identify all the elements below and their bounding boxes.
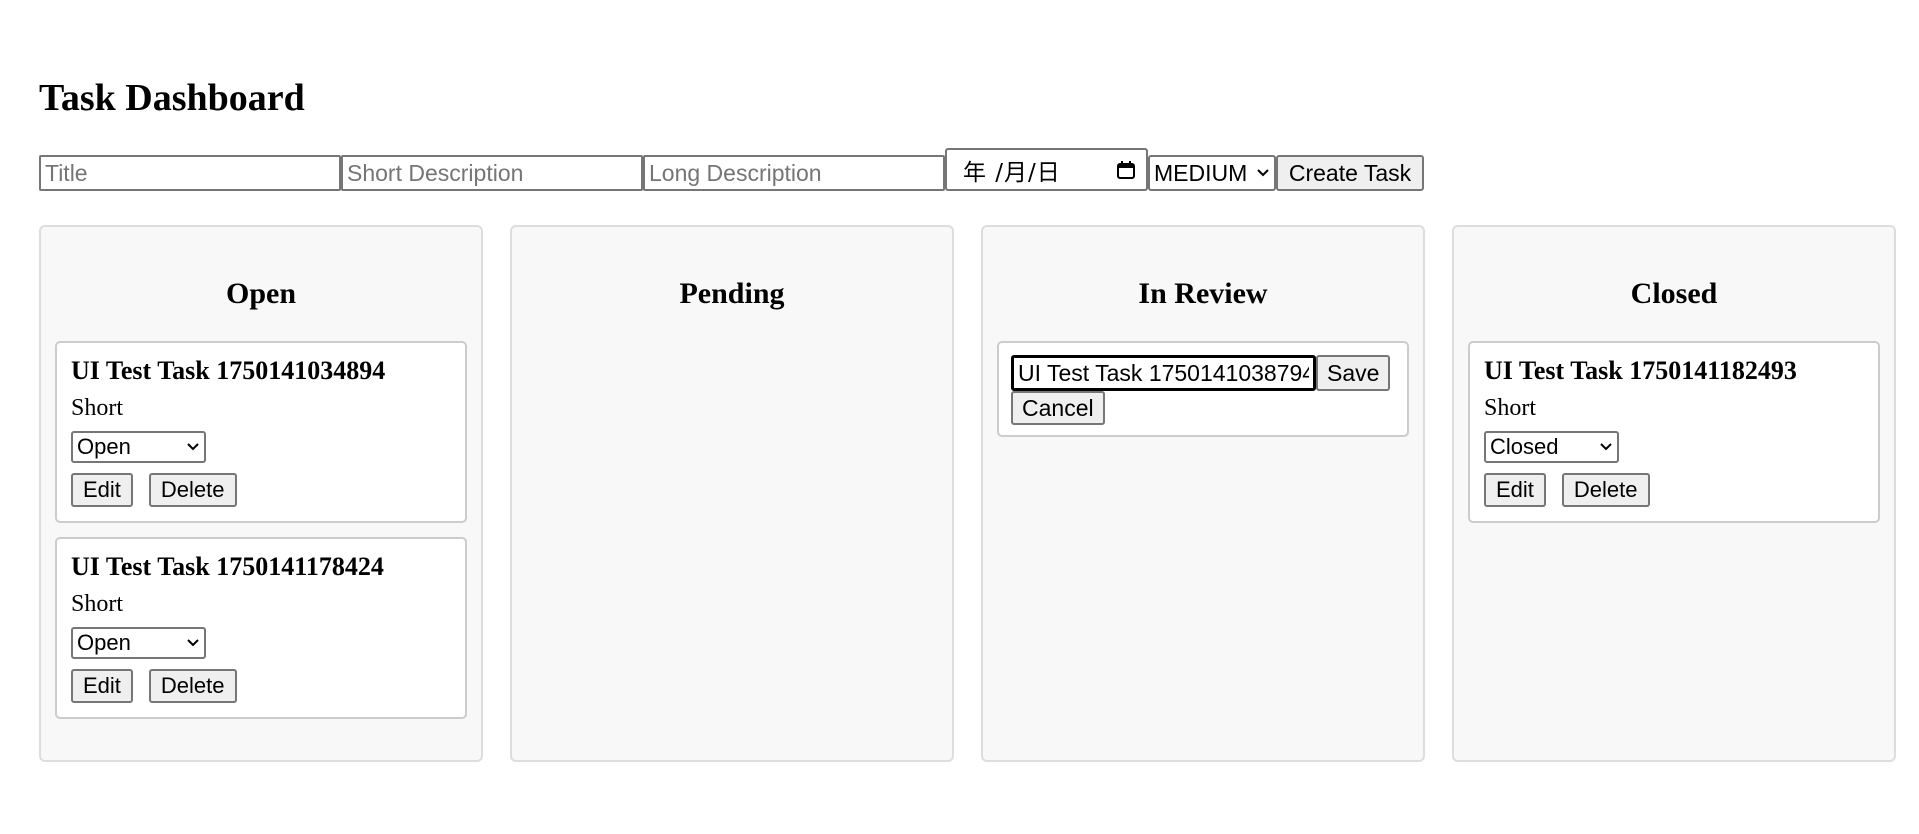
date-placeholder: 年 /月/日: [963, 159, 1061, 186]
kanban-board: Open UI Test Task 1750141034894 Short Op…: [39, 225, 1896, 762]
column-title: Open: [225, 277, 297, 310]
priority-select[interactable]: MEDIUM: [1148, 155, 1276, 191]
task-card: UI Test Task 1750141182493 Short Closed …: [1468, 341, 1880, 523]
chevron-down-icon: [187, 639, 199, 647]
due-date-input[interactable]: 年 /月/日: [945, 148, 1148, 191]
edit-button[interactable]: Edit: [71, 669, 133, 703]
status-value: Open: [77, 434, 131, 459]
column-closed: Closed UI Test Task 1750141182493 Short …: [1452, 225, 1896, 762]
create-task-button[interactable]: Create Task: [1276, 155, 1424, 191]
task-edit-card: Save Cancel: [997, 341, 1409, 437]
column-open: Open UI Test Task 1750141034894 Short Op…: [39, 225, 483, 762]
task-short-description: Short: [1484, 395, 1537, 421]
save-button[interactable]: Save: [1316, 355, 1391, 391]
short-description-input[interactable]: [341, 155, 643, 191]
column-title: In Review: [1138, 277, 1268, 310]
edit-title-input[interactable]: [1011, 355, 1316, 391]
title-input[interactable]: [39, 155, 341, 191]
column-pending: Pending: [510, 225, 954, 762]
delete-button[interactable]: Delete: [1561, 473, 1650, 507]
task-short-description: Short: [71, 591, 124, 617]
chevron-down-icon: [1257, 169, 1269, 177]
task-title: UI Test Task 1750141182493: [1484, 356, 1797, 385]
long-description-input[interactable]: [643, 155, 945, 191]
cancel-button[interactable]: Cancel: [1011, 391, 1105, 425]
task-title: UI Test Task 1750141034894: [71, 356, 386, 385]
chevron-down-icon: [1600, 443, 1612, 451]
priority-value: MEDIUM: [1154, 159, 1248, 186]
column-in-review: In Review Save Cancel: [981, 225, 1425, 762]
delete-button[interactable]: Delete: [148, 473, 237, 507]
task-card: UI Test Task 1750141034894 Short Open Ed…: [55, 341, 467, 523]
create-task-form: 年 /月/日 MEDIUM Create Task: [39, 148, 1424, 191]
task-short-description: Short: [71, 395, 124, 421]
page-title: Task Dashboard: [39, 77, 305, 119]
column-title: Pending: [679, 277, 785, 310]
edit-button[interactable]: Edit: [1484, 473, 1546, 507]
status-value: Closed: [1490, 434, 1559, 459]
calendar-icon[interactable]: [1116, 160, 1136, 180]
status-select[interactable]: Closed: [1484, 431, 1619, 463]
status-value: Open: [77, 630, 131, 655]
delete-button[interactable]: Delete: [148, 669, 237, 703]
task-card: UI Test Task 1750141178424 Short Open Ed…: [55, 537, 467, 719]
edit-button[interactable]: Edit: [71, 473, 133, 507]
status-select[interactable]: Open: [71, 431, 206, 463]
chevron-down-icon: [187, 443, 199, 451]
status-select[interactable]: Open: [71, 627, 206, 659]
task-title: UI Test Task 1750141178424: [71, 552, 384, 581]
column-title: Closed: [1630, 277, 1718, 310]
